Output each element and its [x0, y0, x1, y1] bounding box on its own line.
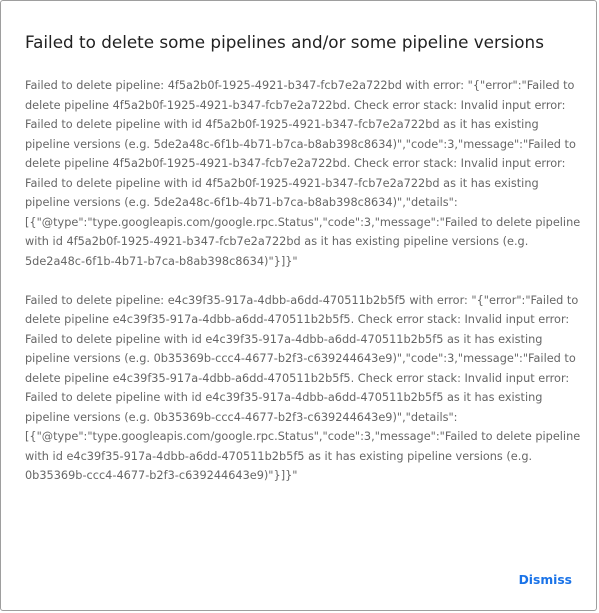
dialog-content: Failed to delete pipeline: 4f5a2b0f-1925… [25, 76, 581, 505]
error-message-1: Failed to delete pipeline: 4f5a2b0f-1925… [25, 79, 581, 268]
dialog-title: Failed to delete some pipelines and/or s… [25, 32, 544, 52]
error-message-2: Failed to delete pipeline: e4c39f35-917a… [25, 293, 581, 483]
dismiss-button[interactable]: Dismiss [519, 571, 572, 589]
error-dialog: Failed to delete some pipelines and/or s… [0, 0, 597, 611]
